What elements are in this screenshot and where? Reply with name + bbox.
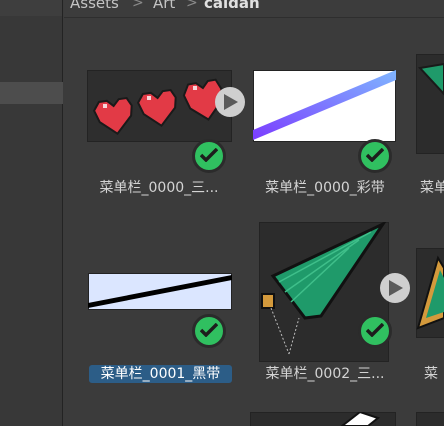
asset-label[interactable]: 菜 bbox=[424, 365, 444, 383]
stripe-sprite bbox=[253, 70, 396, 140]
breadcrumb-separator: > bbox=[186, 0, 198, 11]
partial-sprite-2 bbox=[416, 255, 444, 330]
asset-thumbnail-stripe[interactable] bbox=[253, 70, 396, 142]
asset-label[interactable]: 菜单栏_0000_三... bbox=[84, 179, 234, 197]
selected-folder-row[interactable] bbox=[0, 82, 63, 104]
asset-thumbnail-next-row-2[interactable] bbox=[416, 412, 444, 426]
asset-thumbnail-black-stripe[interactable] bbox=[88, 273, 232, 310]
check-icon bbox=[192, 314, 226, 348]
asset-thumbnail-hearts[interactable] bbox=[87, 70, 232, 142]
asset-label[interactable]: 菜单栏_0002_三... bbox=[250, 365, 400, 383]
asset-label[interactable]: 菜单 bbox=[420, 179, 444, 197]
check-icon bbox=[192, 139, 226, 173]
breadcrumb-item-current[interactable]: caidan bbox=[204, 0, 260, 11]
play-animation-button[interactable] bbox=[380, 273, 410, 303]
next-row-sprite bbox=[340, 412, 381, 426]
breadcrumb-item-art[interactable]: Art bbox=[153, 0, 175, 11]
asset-thumbnail-partial-2[interactable] bbox=[416, 248, 444, 338]
play-icon bbox=[389, 280, 403, 296]
asset-thumbnail-partial[interactable] bbox=[416, 54, 444, 154]
breadcrumb: Assets > Art > caidan bbox=[64, 0, 444, 18]
asset-grid: 菜单栏_0000_三... 菜单栏_0000_彩带 菜单 菜单栏_0001_黑带 bbox=[64, 18, 444, 426]
asset-label[interactable]: 菜单栏_0000_彩带 bbox=[250, 179, 400, 197]
breadcrumb-separator: > bbox=[132, 0, 144, 11]
play-animation-button[interactable] bbox=[215, 87, 245, 117]
hierarchy-panel bbox=[0, 0, 63, 426]
black-stripe-sprite bbox=[88, 275, 232, 308]
check-icon bbox=[358, 139, 392, 173]
asset-label-selected[interactable]: 菜单栏_0001_黑带 bbox=[89, 365, 232, 383]
breadcrumb-item-assets[interactable]: Assets bbox=[70, 0, 119, 11]
asset-thumbnail-next-row[interactable] bbox=[250, 412, 396, 426]
play-icon bbox=[224, 94, 238, 110]
partial-sprite bbox=[418, 62, 444, 96]
panel-header bbox=[0, 0, 62, 16]
hearts-sprite bbox=[92, 78, 223, 136]
check-icon bbox=[358, 314, 392, 348]
